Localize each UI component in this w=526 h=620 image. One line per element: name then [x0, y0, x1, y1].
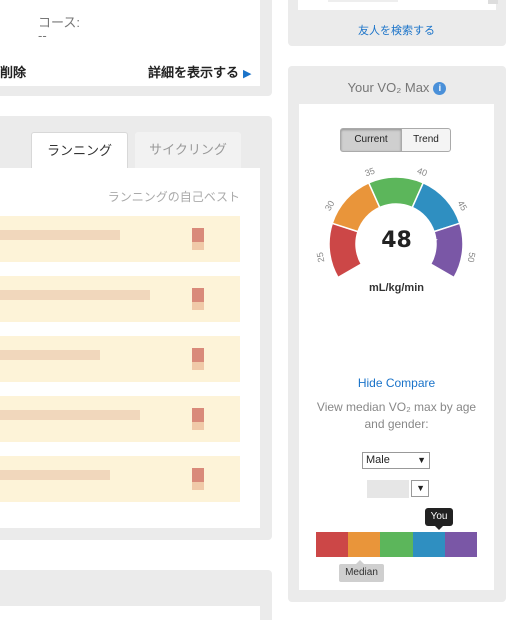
- scale-segment: [316, 532, 349, 557]
- course-panel: コース: -- 削除 詳細を表示する ▶: [0, 0, 272, 96]
- toggle-trend[interactable]: Trend: [401, 128, 451, 152]
- blurred-marker: [192, 482, 204, 490]
- info-icon[interactable]: i: [433, 82, 447, 95]
- course-card: コース: -- 削除 詳細を表示する ▶: [0, 0, 260, 86]
- show-details-link[interactable]: 詳細を表示する ▶: [148, 62, 251, 81]
- gender-select[interactable]: Male ▼: [362, 452, 430, 469]
- gauge-tick-label: 25: [315, 252, 327, 264]
- personal-records-panel: ランニング サイクリング ランニングの自己ベスト: [0, 116, 272, 540]
- record-row: [0, 336, 240, 382]
- friends-card: [298, 0, 498, 10]
- blurred-marker: [192, 348, 204, 362]
- chevron-down-icon: ▼: [417, 455, 426, 465]
- friends-panel: 友人を検索する: [288, 0, 506, 46]
- bottom-panel: [0, 570, 272, 620]
- gauge-tick-label: 35: [363, 166, 376, 178]
- vo2-comparison-scale: [316, 532, 478, 557]
- vo2-unit: mL/kg/min: [368, 282, 424, 294]
- record-row: [0, 216, 240, 262]
- blurred-text: [0, 230, 120, 240]
- age-select[interactable]: ▼: [411, 480, 429, 497]
- scale-segment: [444, 532, 478, 557]
- scale-segment: [412, 532, 445, 557]
- blurred-friend: [328, 0, 398, 2]
- blurred-marker: [192, 362, 204, 370]
- scale-segment: [348, 532, 381, 557]
- blurred-marker: [192, 302, 204, 310]
- blurred-text: [0, 410, 140, 420]
- blurred-marker: [192, 422, 204, 430]
- chevron-right-icon: ▶: [243, 68, 252, 80]
- you-marker: You: [425, 508, 453, 530]
- find-friends-link[interactable]: 友人を検索する: [358, 22, 435, 38]
- vo2-max-card: Current Trend 25 30 35 40 45 50 48 mL/kg/min …: [299, 104, 494, 590]
- compare-description: View median VO₂ max by age and gender:: [316, 400, 477, 431]
- tab-running[interactable]: ランニング: [31, 132, 128, 169]
- tab-cycling[interactable]: サイクリング: [135, 132, 241, 168]
- records-card: ランニングの自己ベスト: [0, 168, 260, 528]
- vo2-max-title: Your VO₂ Max i: [288, 80, 506, 95]
- chevron-down-icon: ▼: [416, 483, 425, 493]
- gender-select-value: Male: [366, 454, 390, 466]
- blurred-marker: [192, 288, 204, 302]
- gauge-tick-label: 30: [323, 199, 337, 213]
- personal-best-title: ランニングの自己ベスト: [107, 190, 240, 204]
- scale-segment: [380, 532, 413, 557]
- blurred-friend: [488, 0, 498, 4]
- vo2-value: 48: [381, 228, 412, 253]
- median-marker: Median: [339, 560, 384, 582]
- bottom-card: [0, 606, 260, 620]
- delete-link[interactable]: 削除: [0, 62, 26, 81]
- blurred-age-value: [367, 480, 409, 498]
- blurred-text: [0, 470, 110, 480]
- hide-compare-link[interactable]: Hide Compare: [299, 376, 494, 390]
- vo2-max-title-text: Your VO₂ Max: [347, 80, 430, 95]
- blurred-marker: [192, 228, 204, 242]
- show-details-label: 詳細を表示する: [148, 65, 240, 80]
- course-value: --: [38, 28, 47, 43]
- vo2-max-panel: Your VO₂ Max i Current Trend 25 30 35 40 45 50…: [288, 66, 506, 602]
- blurred-marker: [192, 242, 204, 250]
- record-row: [0, 396, 240, 442]
- gauge-tick-label: 50: [466, 252, 478, 264]
- blurred-text: [0, 350, 100, 360]
- toggle-current[interactable]: Current: [340, 128, 402, 152]
- record-row: [0, 456, 240, 502]
- blurred-marker: [192, 468, 204, 482]
- record-row: [0, 276, 240, 322]
- gauge-tick-label: 45: [456, 199, 470, 213]
- gauge-tick-label: 40: [416, 166, 429, 178]
- blurred-text: [0, 290, 150, 300]
- blurred-marker: [192, 408, 204, 422]
